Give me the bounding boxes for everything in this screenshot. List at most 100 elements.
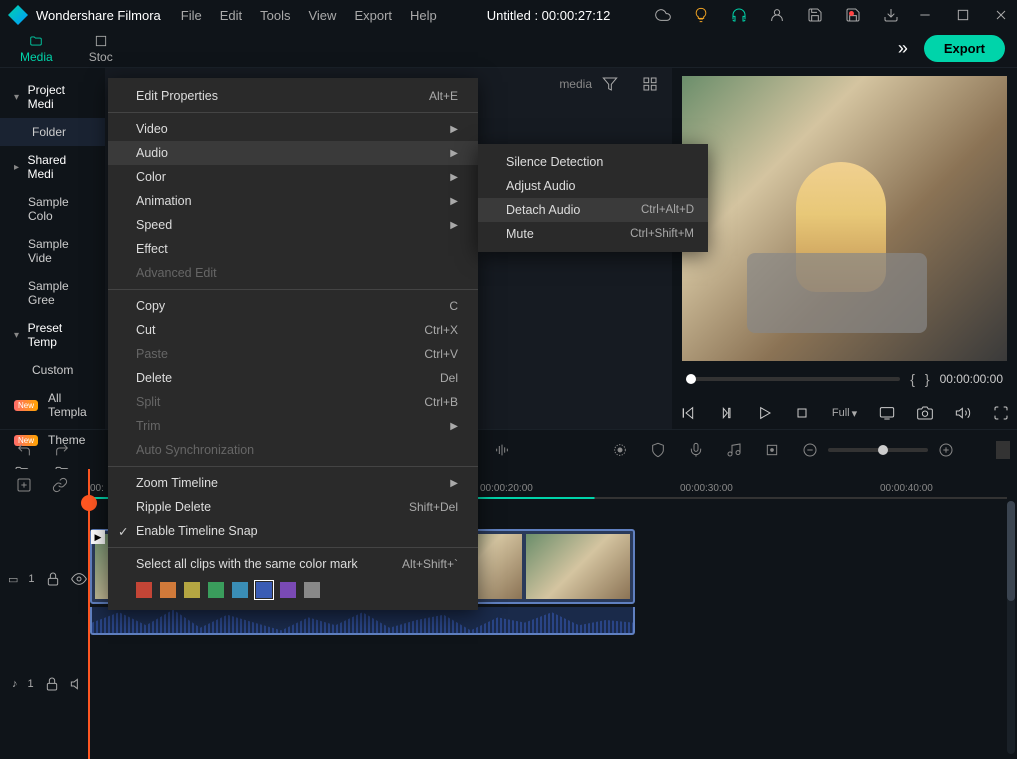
preview-video[interactable]: [682, 76, 1007, 361]
ctx-ripple-delete[interactable]: Ripple DeleteShift+Del: [108, 495, 478, 519]
color-swatch[interactable]: [136, 582, 152, 598]
tab-stock[interactable]: Stoc: [81, 34, 121, 64]
download-icon[interactable]: [883, 7, 899, 23]
sub-adjust-audio[interactable]: Adjust Audio: [478, 174, 708, 198]
sub-mute[interactable]: MuteCtrl+Shift+M: [478, 222, 708, 246]
check-icon: ✓: [118, 524, 128, 539]
lightbulb-icon[interactable]: [693, 7, 709, 23]
headset-icon[interactable]: [731, 7, 747, 23]
zoom-slider[interactable]: [828, 448, 928, 452]
save-icon[interactable]: [807, 7, 823, 23]
sub-silence-detection[interactable]: Silence Detection: [478, 150, 708, 174]
ctx-delete[interactable]: DeleteDel: [108, 366, 478, 390]
minimize-icon[interactable]: [917, 7, 933, 23]
prev-frame-icon[interactable]: [680, 405, 696, 421]
ctx-color[interactable]: Color▶: [108, 165, 478, 189]
timeline-view-icon[interactable]: [996, 441, 1010, 459]
sub-detach-audio[interactable]: Detach AudioCtrl+Alt+D: [478, 198, 708, 222]
mic-icon[interactable]: [688, 442, 704, 458]
color-swatch[interactable]: [280, 582, 296, 598]
snapshot-icon[interactable]: [917, 405, 933, 421]
ctx-cut[interactable]: CutCtrl+X: [108, 318, 478, 342]
mark-in-icon[interactable]: {: [910, 371, 915, 387]
filter-icon[interactable]: [602, 76, 618, 92]
ctx-speed[interactable]: Speed▶: [108, 213, 478, 237]
stop-icon[interactable]: [794, 405, 810, 421]
sidebar-custom[interactable]: Custom: [0, 356, 105, 384]
tab-media[interactable]: Media: [12, 34, 61, 64]
zoom-out-icon[interactable]: [802, 442, 818, 458]
playhead[interactable]: [88, 469, 90, 759]
color-swatch[interactable]: [304, 582, 320, 598]
shield-icon[interactable]: [650, 442, 666, 458]
undo-icon[interactable]: [16, 442, 32, 458]
marker-icon[interactable]: [764, 442, 780, 458]
preview-scrubber[interactable]: [686, 377, 900, 381]
chevron-right-icon: ▶: [450, 421, 458, 432]
eye-icon[interactable]: [71, 571, 87, 587]
menu-view[interactable]: View: [308, 8, 336, 23]
preview-timecode: 00:00:00:00: [940, 372, 1003, 386]
audio-wave-icon[interactable]: [494, 442, 510, 458]
lock-icon[interactable]: [44, 676, 60, 692]
menu-tools[interactable]: Tools: [260, 8, 290, 23]
menu-file[interactable]: File: [181, 8, 202, 23]
ctx-enable-snap[interactable]: ✓Enable Timeline Snap: [108, 519, 478, 543]
music-icon[interactable]: [726, 442, 742, 458]
sidebar-sample-green[interactable]: Sample Gree: [0, 272, 105, 314]
grid-view-icon[interactable]: [642, 76, 658, 92]
color-swatch[interactable]: [256, 582, 272, 598]
color-swatch[interactable]: [232, 582, 248, 598]
timeline-scrollbar[interactable]: [1007, 501, 1015, 754]
chevron-right-icon: ▶: [450, 172, 458, 183]
user-icon[interactable]: [769, 7, 785, 23]
ctx-copy[interactable]: CopyC: [108, 294, 478, 318]
link-icon[interactable]: [52, 477, 68, 493]
audio-clip[interactable]: [90, 607, 635, 635]
ctx-zoom-timeline[interactable]: Zoom Timeline▶: [108, 471, 478, 495]
maximize-icon[interactable]: [955, 7, 971, 23]
sidebar-sample-videos[interactable]: Sample Vide: [0, 230, 105, 272]
sidebar-all-templates[interactable]: NewAll Templa: [0, 384, 105, 426]
zoom-in-icon[interactable]: [938, 442, 954, 458]
ctx-animation[interactable]: Animation▶: [108, 189, 478, 213]
project-title: Untitled : 00:00:27:12: [487, 8, 611, 23]
color-swatch[interactable]: [160, 582, 176, 598]
sidebar-project-media[interactable]: ▾Project Medi: [0, 76, 105, 118]
media-label: media: [559, 77, 592, 91]
mark-out-icon[interactable]: }: [925, 371, 930, 387]
video-track-icon: ▭: [8, 573, 18, 586]
close-icon[interactable]: [993, 7, 1009, 23]
color-swatch[interactable]: [184, 582, 200, 598]
sidebar: ▾Project Medi Folder ▸Shared Medi Sample…: [0, 68, 105, 429]
sidebar-sample-colors[interactable]: Sample Colo: [0, 188, 105, 230]
play-pause-icon[interactable]: [718, 405, 734, 421]
ctx-select-color-mark[interactable]: Select all clips with the same color mar…: [108, 552, 478, 576]
lock-icon[interactable]: [45, 571, 61, 587]
add-track-icon[interactable]: [16, 477, 32, 493]
volume-icon[interactable]: [955, 405, 971, 421]
quality-selector[interactable]: Full ▾: [832, 407, 857, 420]
ctx-edit-properties[interactable]: Edit PropertiesAlt+E: [108, 84, 478, 108]
tabs-more-arrow-icon[interactable]: »: [898, 38, 908, 59]
clip-play-icon: ▶: [91, 530, 105, 544]
play-icon[interactable]: [756, 405, 772, 421]
ctx-audio[interactable]: Audio▶: [108, 141, 478, 165]
save-alert-icon[interactable]: [845, 7, 861, 23]
menu-edit[interactable]: Edit: [220, 8, 242, 23]
speaker-icon[interactable]: [70, 676, 86, 692]
ctx-effect[interactable]: Effect: [108, 237, 478, 261]
sidebar-shared-media[interactable]: ▸Shared Medi: [0, 146, 105, 188]
ctx-video[interactable]: Video▶: [108, 117, 478, 141]
color-swatch[interactable]: [208, 582, 224, 598]
fullscreen-icon[interactable]: [993, 405, 1009, 421]
sidebar-folder[interactable]: Folder: [0, 118, 105, 146]
display-icon[interactable]: [879, 405, 895, 421]
menu-help[interactable]: Help: [410, 8, 437, 23]
redo-icon[interactable]: [54, 442, 70, 458]
sidebar-preset-templates[interactable]: ▾Preset Temp: [0, 314, 105, 356]
export-button[interactable]: Export: [924, 35, 1005, 62]
record-icon[interactable]: [612, 442, 628, 458]
menu-export[interactable]: Export: [354, 8, 392, 23]
cloud-icon[interactable]: [655, 7, 671, 23]
